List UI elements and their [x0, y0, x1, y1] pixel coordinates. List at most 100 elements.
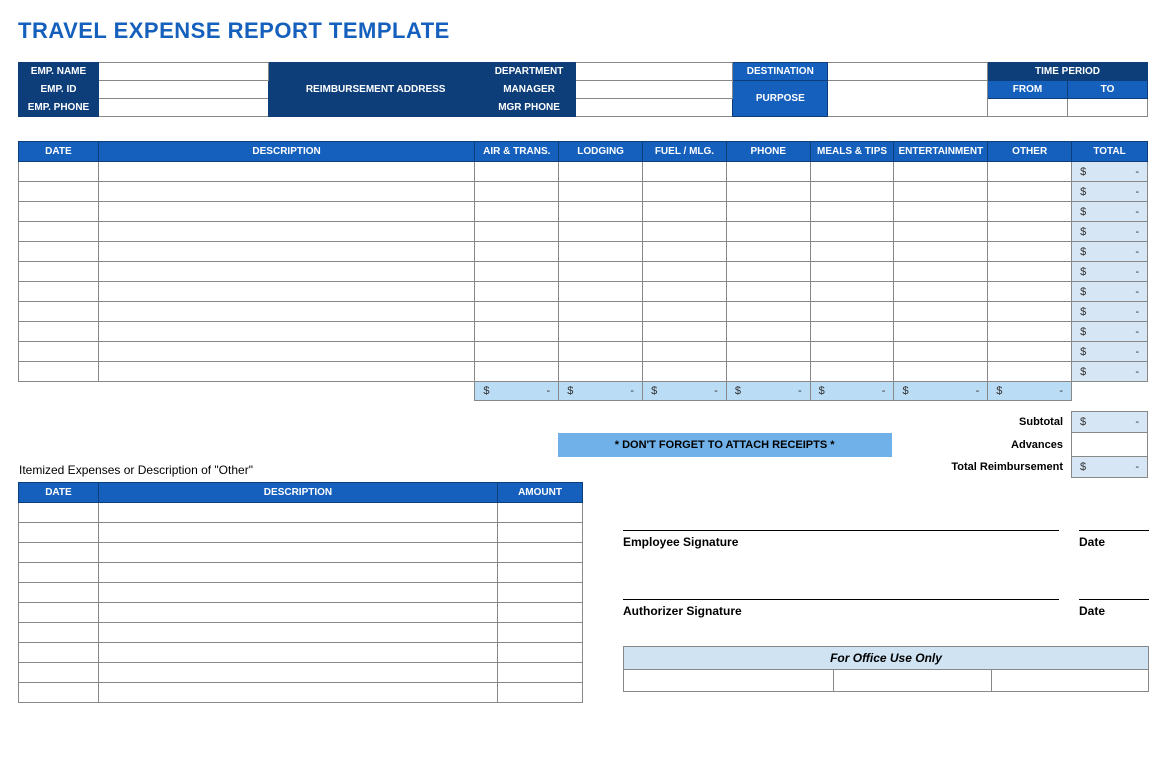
cell-meals[interactable] — [810, 362, 894, 382]
cell-date[interactable] — [19, 222, 99, 242]
cell-phone[interactable] — [726, 302, 810, 322]
cell-other[interactable] — [988, 282, 1072, 302]
cell-desc[interactable] — [98, 182, 475, 202]
cell-air[interactable] — [475, 322, 559, 342]
item-date[interactable] — [19, 603, 99, 623]
cell-other[interactable] — [988, 242, 1072, 262]
cell-fuel[interactable] — [643, 262, 727, 282]
cell-phone[interactable] — [726, 242, 810, 262]
item-desc[interactable] — [98, 683, 497, 703]
cell-ent[interactable] — [894, 282, 988, 302]
cell-air[interactable] — [475, 362, 559, 382]
cell-phone[interactable] — [726, 342, 810, 362]
item-amount[interactable] — [498, 503, 583, 523]
cell-phone[interactable] — [726, 262, 810, 282]
cell-meals[interactable] — [810, 262, 894, 282]
cell-ent[interactable] — [894, 222, 988, 242]
cell-air[interactable] — [475, 202, 559, 222]
cell-desc[interactable] — [98, 342, 475, 362]
item-amount[interactable] — [498, 663, 583, 683]
item-desc[interactable] — [98, 663, 497, 683]
cell-desc[interactable] — [98, 362, 475, 382]
cell-other[interactable] — [988, 202, 1072, 222]
cell-phone[interactable] — [726, 182, 810, 202]
cell-ent[interactable] — [894, 162, 988, 182]
item-date[interactable] — [19, 663, 99, 683]
cell-fuel[interactable] — [643, 302, 727, 322]
cell-other[interactable] — [988, 342, 1072, 362]
cell-desc[interactable] — [98, 202, 475, 222]
cell-lodging[interactable] — [559, 222, 643, 242]
cell-other[interactable] — [988, 322, 1072, 342]
mgr-phone-input[interactable] — [575, 99, 733, 117]
cell-fuel[interactable] — [643, 182, 727, 202]
cell-fuel[interactable] — [643, 202, 727, 222]
cell-phone[interactable] — [726, 322, 810, 342]
item-amount[interactable] — [498, 683, 583, 703]
cell-desc[interactable] — [98, 322, 475, 342]
cell-desc[interactable] — [98, 262, 475, 282]
cell-air[interactable] — [475, 222, 559, 242]
emp-name-input[interactable] — [98, 63, 268, 81]
cell-phone[interactable] — [726, 222, 810, 242]
manager-input[interactable] — [575, 81, 733, 99]
cell-ent[interactable] — [894, 182, 988, 202]
item-date[interactable] — [19, 563, 99, 583]
cell-lodging[interactable] — [559, 182, 643, 202]
cell-ent[interactable] — [894, 302, 988, 322]
cell-lodging[interactable] — [559, 242, 643, 262]
cell-meals[interactable] — [810, 242, 894, 262]
cell-date[interactable] — [19, 162, 99, 182]
cell-air[interactable] — [475, 242, 559, 262]
cell-air[interactable] — [475, 302, 559, 322]
item-desc[interactable] — [98, 543, 497, 563]
cell-meals[interactable] — [810, 342, 894, 362]
cell-date[interactable] — [19, 282, 99, 302]
item-desc[interactable] — [98, 503, 497, 523]
cell-fuel[interactable] — [643, 242, 727, 262]
item-amount[interactable] — [498, 563, 583, 583]
item-date[interactable] — [19, 623, 99, 643]
cell-air[interactable] — [475, 282, 559, 302]
cell-meals[interactable] — [810, 182, 894, 202]
cell-other[interactable] — [988, 222, 1072, 242]
cell-other[interactable] — [988, 302, 1072, 322]
emp-id-input[interactable] — [98, 81, 268, 99]
cell-ent[interactable] — [894, 362, 988, 382]
item-desc[interactable] — [98, 523, 497, 543]
item-amount[interactable] — [498, 643, 583, 663]
purpose-input[interactable] — [828, 81, 988, 117]
cell-ent[interactable] — [894, 342, 988, 362]
item-amount[interactable] — [498, 623, 583, 643]
item-date[interactable] — [19, 583, 99, 603]
cell-desc[interactable] — [98, 282, 475, 302]
cell-desc[interactable] — [98, 162, 475, 182]
cell-lodging[interactable] — [559, 262, 643, 282]
cell-date[interactable] — [19, 322, 99, 342]
item-amount[interactable] — [498, 523, 583, 543]
cell-fuel[interactable] — [643, 162, 727, 182]
cell-meals[interactable] — [810, 302, 894, 322]
item-desc[interactable] — [98, 643, 497, 663]
cell-phone[interactable] — [726, 282, 810, 302]
cell-phone[interactable] — [726, 362, 810, 382]
cell-lodging[interactable] — [559, 302, 643, 322]
cell-date[interactable] — [19, 342, 99, 362]
from-input[interactable] — [988, 99, 1068, 117]
cell-other[interactable] — [988, 162, 1072, 182]
item-amount[interactable] — [498, 603, 583, 623]
cell-meals[interactable] — [810, 202, 894, 222]
cell-air[interactable] — [475, 162, 559, 182]
cell-air[interactable] — [475, 182, 559, 202]
cell-other[interactable] — [988, 262, 1072, 282]
cell-date[interactable] — [19, 302, 99, 322]
item-desc[interactable] — [98, 623, 497, 643]
item-desc[interactable] — [98, 583, 497, 603]
cell-lodging[interactable] — [559, 282, 643, 302]
cell-date[interactable] — [19, 182, 99, 202]
cell-desc[interactable] — [98, 302, 475, 322]
item-date[interactable] — [19, 523, 99, 543]
to-input[interactable] — [1068, 99, 1148, 117]
cell-desc[interactable] — [98, 222, 475, 242]
emp-phone-input[interactable] — [98, 99, 268, 117]
